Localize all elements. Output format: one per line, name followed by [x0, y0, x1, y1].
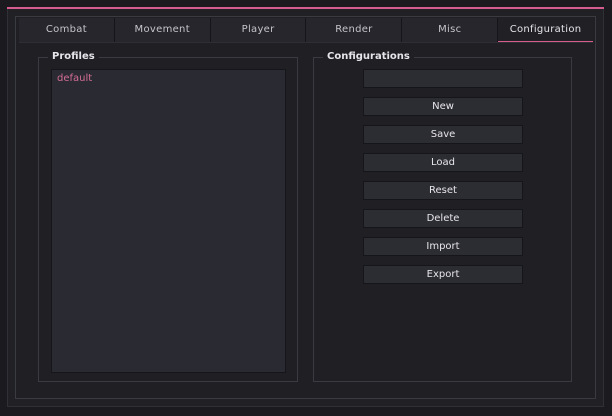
accent-bar [7, 7, 604, 9]
configurations-group: Configurations New Save Load Reset Delet… [313, 51, 572, 382]
menu-window: Combat Movement Player Render Misc Confi… [0, 0, 612, 416]
tab-player[interactable]: Player [210, 18, 307, 42]
profiles-list[interactable]: default [51, 69, 286, 373]
tab-bar: Combat Movement Player Render Misc Confi… [19, 18, 593, 43]
save-button[interactable]: Save [363, 125, 523, 144]
tab-movement[interactable]: Movement [114, 18, 211, 42]
configurations-title: Configurations [323, 51, 414, 63]
profiles-group: Profiles default [38, 51, 298, 382]
new-button[interactable]: New [363, 97, 523, 116]
delete-button[interactable]: Delete [363, 209, 523, 228]
export-button[interactable]: Export [363, 265, 523, 284]
tab-misc[interactable]: Misc [402, 18, 499, 42]
reset-button[interactable]: Reset [363, 181, 523, 200]
profile-item-default[interactable]: default [57, 73, 92, 85]
config-name-input[interactable] [363, 69, 523, 88]
tab-combat[interactable]: Combat [19, 18, 115, 42]
tab-render[interactable]: Render [306, 18, 403, 42]
tab-configuration[interactable]: Configuration [498, 18, 593, 42]
load-button[interactable]: Load [363, 153, 523, 172]
profiles-title: Profiles [48, 51, 99, 63]
import-button[interactable]: Import [363, 237, 523, 256]
